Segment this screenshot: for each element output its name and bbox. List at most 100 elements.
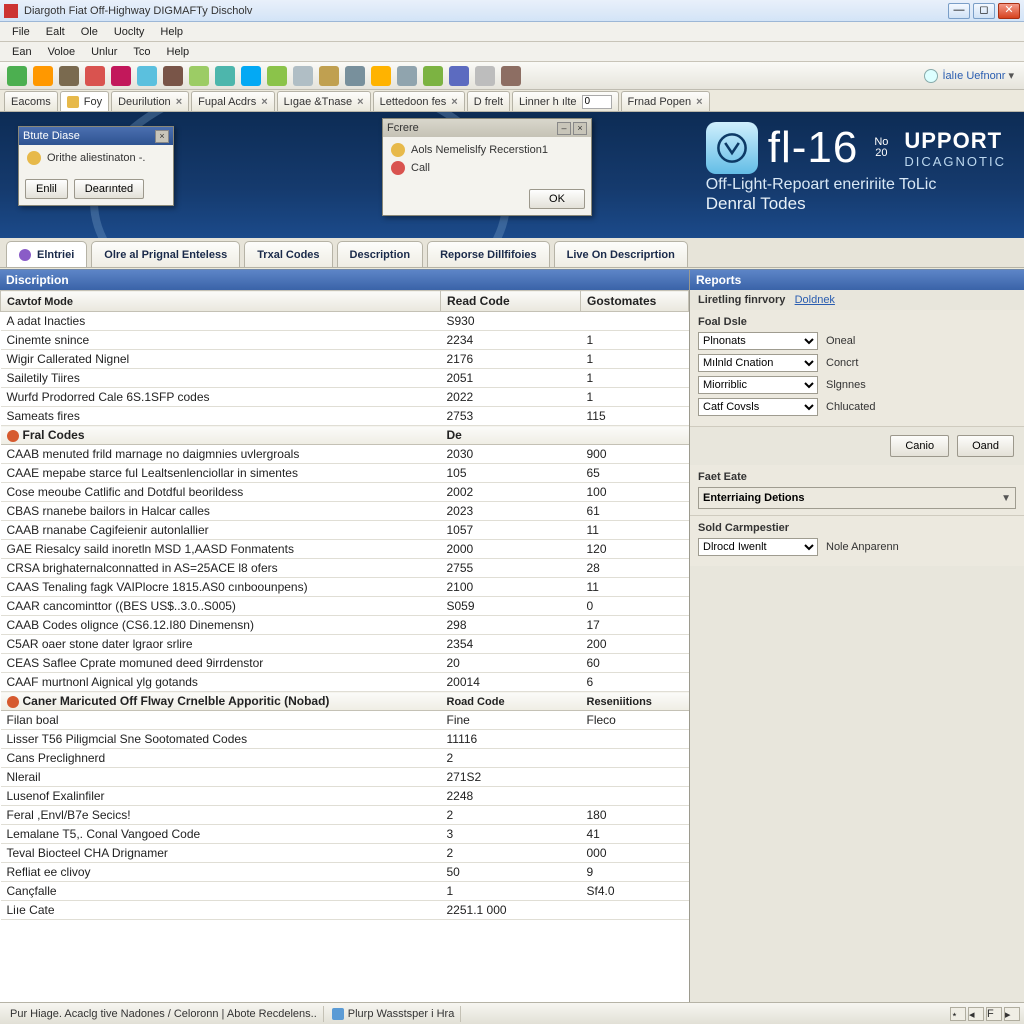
toolbar-btn-10[interactable] <box>267 66 287 86</box>
toolbar-btn-4[interactable] <box>111 66 131 86</box>
maximize-button[interactable]: ◻ <box>973 3 995 19</box>
status-btn-4[interactable]: ▸ <box>1004 1007 1020 1021</box>
toolbar-btn-9[interactable] <box>241 66 261 86</box>
doctab-2[interactable]: Deurilution× <box>111 91 189 111</box>
toolbar-btn-12[interactable] <box>319 66 339 86</box>
popup-titlebar[interactable]: Btute Diase × <box>19 127 173 145</box>
tab-close-icon[interactable]: × <box>451 96 457 108</box>
table-row[interactable]: Lisser T56 Piligmcial Sne Sootomated Cod… <box>1 730 689 749</box>
menu-uoclty[interactable]: Uoclty <box>106 24 153 40</box>
table-row[interactable]: Liıe Cate2251.1 000 <box>1 901 689 920</box>
doctab-6[interactable]: D frelt <box>467 91 510 111</box>
table-row[interactable]: CAAF murtnonl Aignical ylg gotands200146 <box>1 673 689 692</box>
col-header-3[interactable]: Gostomates <box>581 291 689 312</box>
dearinted-button[interactable]: Dearınted <box>74 179 144 199</box>
doctab-0[interactable]: Eacoms <box>4 91 58 111</box>
oand-button[interactable]: Oand <box>957 435 1014 457</box>
doctab-3[interactable]: Fupal Acdrs× <box>191 91 275 111</box>
doctab-7[interactable]: Linner h ılte <box>512 91 618 111</box>
tab-input[interactable] <box>582 95 612 109</box>
status-btn-1[interactable]: ⋆ <box>950 1007 966 1021</box>
menu2-ean[interactable]: Ean <box>4 44 40 60</box>
select-catf[interactable]: Catf Covsls <box>698 398 818 416</box>
table-row[interactable]: Wurfd Prodorred Cale 6S.1SFP codes20221 <box>1 388 689 407</box>
group-header-caner[interactable]: Caner Maricuted Off Flway Crnelble Appor… <box>1 692 689 711</box>
table-row[interactable]: CBAS rnanebe bailors in Halcar calles202… <box>1 502 689 521</box>
minimize-button[interactable]: — <box>948 3 970 19</box>
toolbar-btn-3[interactable] <box>85 66 105 86</box>
table-row[interactable]: Cose meoube Catlific and Dotdful beorild… <box>1 483 689 502</box>
table-row[interactable]: C5AR oaer stone dater lgraor srlire23542… <box>1 635 689 654</box>
toolbar-btn-6[interactable] <box>163 66 183 86</box>
bigtab-3[interactable]: Description <box>337 241 424 267</box>
toolbar-btn-0[interactable] <box>7 66 27 86</box>
table-row[interactable]: CAAB Codes olignce (CS6.12.I80 Dinemensn… <box>1 616 689 635</box>
ok-button[interactable]: OK <box>529 189 585 209</box>
menu-file[interactable]: File <box>4 24 38 40</box>
table-row[interactable]: CAAB rnanabe Cagifeienir autonlallier105… <box>1 521 689 540</box>
col-header-1[interactable]: Cavtof Mode <box>7 296 73 308</box>
doctab-1[interactable]: Foy <box>60 91 109 111</box>
toolbar-btn-14[interactable] <box>371 66 391 86</box>
popup-close-icon[interactable]: × <box>155 130 169 143</box>
tab-close-icon[interactable]: × <box>357 96 363 108</box>
menu-ole[interactable]: Ole <box>73 24 106 40</box>
table-row[interactable]: CRSA brighaternalconnatted in AS=25ACE l… <box>1 559 689 578</box>
select-miorriblic[interactable]: Miorriblic <box>698 376 818 394</box>
menu-help[interactable]: Help <box>152 24 191 40</box>
bigtab-5[interactable]: Live On Descriprtion <box>554 241 688 267</box>
tab-close-icon[interactable]: × <box>696 96 702 108</box>
popup-titlebar[interactable]: Fcrere – × <box>383 119 591 137</box>
table-row[interactable]: Wigir Callerated Nignel21761 <box>1 350 689 369</box>
menu2-tco[interactable]: Tco <box>125 44 158 60</box>
toolbar-btn-5[interactable] <box>137 66 157 86</box>
group-header-fral[interactable]: Fral CodesDe <box>1 426 689 445</box>
close-button[interactable]: ✕ <box>998 3 1020 19</box>
table-row[interactable]: Filan boalFineFleco <box>1 711 689 730</box>
table-row[interactable]: CEAS Saflee Cprate momuned deed 9irrdens… <box>1 654 689 673</box>
toolbar-btn-18[interactable] <box>475 66 495 86</box>
menu2-voloe[interactable]: Voloe <box>40 44 84 60</box>
user-info[interactable]: İalıe Uefnonr ▾ <box>924 69 1020 83</box>
toolbar-btn-13[interactable] <box>345 66 365 86</box>
table-row[interactable]: Feral ,Envl/B7e Secics!2180 <box>1 806 689 825</box>
tab-close-icon[interactable]: × <box>261 96 267 108</box>
menu-ealt[interactable]: Ealt <box>38 24 73 40</box>
data-grid[interactable]: Cavtof Mode Read Code Gostomates A adat … <box>0 290 689 1002</box>
table-row[interactable]: Cinemte snince22341 <box>1 331 689 350</box>
bigtab-2[interactable]: Trxal Codes <box>244 241 332 267</box>
toolbar-btn-16[interactable] <box>423 66 443 86</box>
table-row[interactable]: Sameats fires2753115 <box>1 407 689 426</box>
enterriaing-dropdown[interactable]: Enterriaing Detions ▼ <box>698 487 1016 509</box>
table-row[interactable]: Teval Biocteel CHA Drignamer2000 <box>1 844 689 863</box>
toolbar-btn-17[interactable] <box>449 66 469 86</box>
doldnek-link[interactable]: Doldnek <box>795 294 835 306</box>
menu2-unlur[interactable]: Unlur <box>83 44 125 60</box>
table-row[interactable]: CAAB menuted frild marnage no daigmnies … <box>1 445 689 464</box>
toolbar-btn-8[interactable] <box>215 66 235 86</box>
col-header-2[interactable]: Read Code <box>441 291 581 312</box>
select-dlrocd[interactable]: Dlrocd Iwenlt <box>698 538 818 556</box>
select-plnonats[interactable]: Plnonats <box>698 332 818 350</box>
table-row[interactable]: Cançfalle1Sf4.0 <box>1 882 689 901</box>
table-row[interactable]: GAE Riesalcy saild inoretln МSD 1,AASD F… <box>1 540 689 559</box>
table-row[interactable]: Lusenof Exalinfiler2248 <box>1 787 689 806</box>
table-row[interactable]: Sailetily Tiires20511 <box>1 369 689 388</box>
status-btn-3[interactable]: F <box>986 1007 1002 1021</box>
enlil-button[interactable]: Enlil <box>25 179 68 199</box>
table-row[interactable]: CAAR cancominttor ((BES US$..3.0..S005)S… <box>1 597 689 616</box>
table-row[interactable]: Cans Preclighnerd2 <box>1 749 689 768</box>
table-row[interactable]: Nlerail271S2 <box>1 768 689 787</box>
doctab-8[interactable]: Frnad Popen× <box>621 91 710 111</box>
table-row[interactable]: Refliat ee clivoy509 <box>1 863 689 882</box>
toolbar-btn-7[interactable] <box>189 66 209 86</box>
toolbar-btn-19[interactable] <box>501 66 521 86</box>
table-row[interactable]: A adat InactiesS930 <box>1 312 689 331</box>
select-mlnld[interactable]: Mılnld Cnation <box>698 354 818 372</box>
toolbar-btn-15[interactable] <box>397 66 417 86</box>
status-btn-2[interactable]: ◂ <box>968 1007 984 1021</box>
toolbar-btn-2[interactable] <box>59 66 79 86</box>
bigtab-1[interactable]: Olre al Prignal Enteless <box>91 241 240 267</box>
table-row[interactable]: Lemalane T5,. Conal Vangoed Code341 <box>1 825 689 844</box>
menu2-help[interactable]: Help <box>159 44 198 60</box>
